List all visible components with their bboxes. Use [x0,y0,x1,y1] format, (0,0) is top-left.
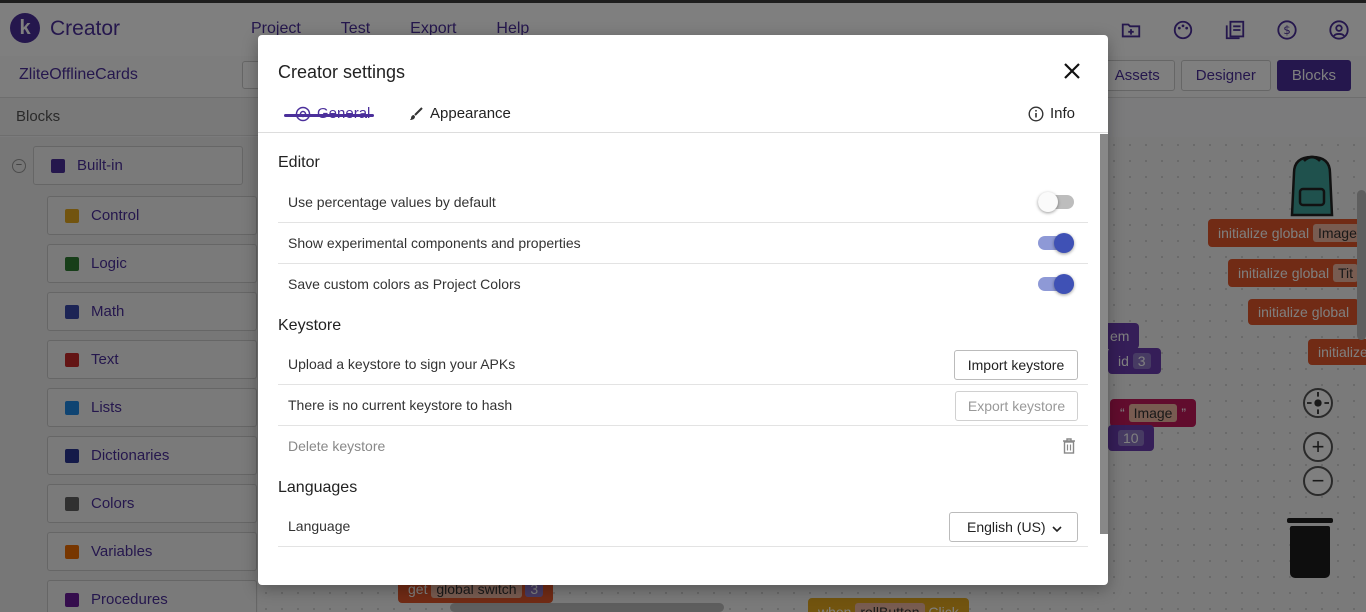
setting-row-delete-keystore: Delete keystore [278,426,1088,467]
info-icon [1028,105,1044,122]
delete-icon[interactable] [1062,438,1076,454]
percentage-toggle[interactable] [1038,192,1074,212]
toggle-knob [1054,274,1074,294]
setting-row-upload-keystore: Upload a keystore to sign your APKs Impo… [278,344,1088,385]
setting-label: Delete keystore [288,438,386,454]
setting-label: Language [288,518,351,534]
tab-info-label: Info [1050,105,1076,122]
setting-label: Use percentage values by default [288,194,496,210]
brush-icon [408,106,424,122]
section-languages-title: Languages [278,479,358,496]
toggle-knob [1054,233,1074,253]
close-icon[interactable] [1062,61,1082,81]
dialog-body: Editor Use percentage values by default … [258,134,1100,585]
settings-tabs: General Appearance Info [258,99,1108,133]
active-tab-indicator [284,114,374,117]
dialog-title: Creator settings [278,62,406,82]
project-colors-toggle[interactable] [1038,274,1074,294]
setting-row-hash-keystore: There is no current keystore to hash Exp… [278,385,1088,426]
setting-label: Upload a keystore to sign your APKs [288,356,516,372]
setting-row-language: Language English (US) [278,506,1088,547]
setting-row-experimental: Show experimental components and propert… [278,223,1088,264]
chevron-down-icon [1051,522,1063,534]
section-editor-title: Editor [278,154,320,171]
import-keystore-button[interactable]: Import keystore [954,350,1078,380]
dialog-scrollbar[interactable] [1100,134,1108,534]
setting-row-percentage: Use percentage values by default [278,182,1088,223]
section-keystore-title: Keystore [278,317,342,334]
language-select[interactable]: English (US) [949,512,1078,542]
tab-appearance-label: Appearance [430,105,511,122]
setting-label: Show experimental components and propert… [288,235,581,251]
language-value: English (US) [967,519,1046,535]
creator-settings-dialog: Creator settings General Appearance Info… [258,35,1108,585]
toggle-knob [1038,192,1058,212]
setting-label: Save custom colors as Project Colors [288,276,521,292]
experimental-toggle[interactable] [1038,233,1074,253]
setting-label: There is no current keystore to hash [288,397,513,413]
setting-row-next [278,547,1088,585]
tab-info[interactable]: Info [1028,105,1075,122]
export-keystore-button[interactable]: Export keystore [955,391,1078,421]
tab-appearance[interactable]: Appearance [408,105,511,122]
setting-row-project-colors: Save custom colors as Project Colors [278,264,1088,305]
